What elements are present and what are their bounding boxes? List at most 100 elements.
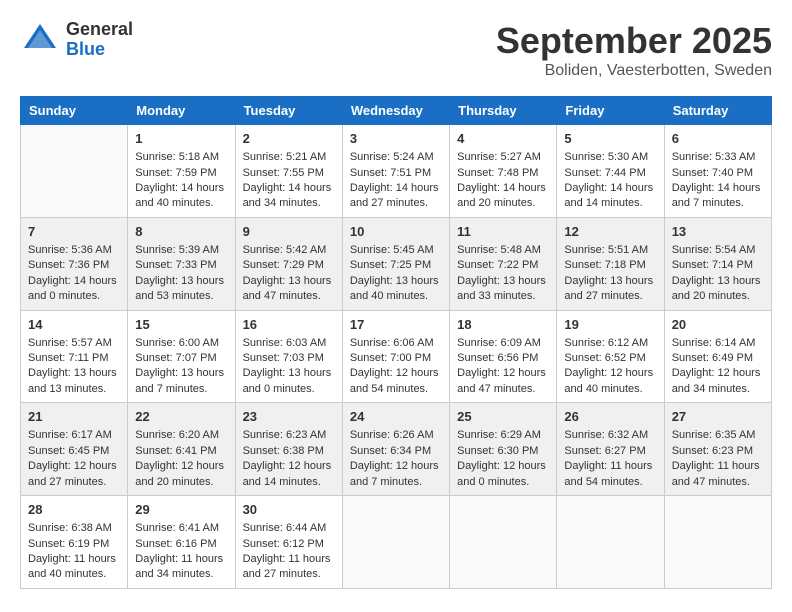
day-info: Sunrise: 6:06 AM Sunset: 7:00 PM Dayligh… [350, 336, 442, 398]
day-number: 7 [28, 223, 120, 241]
day-number: 9 [243, 223, 335, 241]
day-number: 15 [135, 316, 227, 334]
day-info: Sunrise: 5:21 AM Sunset: 7:55 PM Dayligh… [243, 150, 335, 212]
day-info: Sunrise: 5:24 AM Sunset: 7:51 PM Dayligh… [350, 150, 442, 212]
calendar-cell [450, 496, 557, 589]
logo-blue-text: Blue [66, 40, 133, 60]
day-number: 26 [564, 408, 656, 426]
day-info: Sunrise: 6:35 AM Sunset: 6:23 PM Dayligh… [672, 428, 764, 490]
day-number: 4 [457, 130, 549, 148]
week-row-3: 14 Sunrise: 5:57 AM Sunset: 7:11 PM Dayli… [21, 310, 772, 403]
day-info: Sunrise: 6:44 AM Sunset: 6:12 PM Dayligh… [243, 521, 335, 583]
day-number: 20 [672, 316, 764, 334]
calendar-cell: 26 Sunrise: 6:32 AM Sunset: 6:27 PM Dayli… [557, 403, 664, 496]
day-header-saturday: Saturday [664, 97, 771, 125]
day-header-sunday: Sunday [21, 97, 128, 125]
day-info: Sunrise: 6:20 AM Sunset: 6:41 PM Dayligh… [135, 428, 227, 490]
calendar-cell: 17 Sunrise: 6:06 AM Sunset: 7:00 PM Dayli… [342, 310, 449, 403]
calendar-cell: 13 Sunrise: 5:54 AM Sunset: 7:14 PM Dayli… [664, 217, 771, 310]
day-number: 2 [243, 130, 335, 148]
day-number: 5 [564, 130, 656, 148]
calendar-cell: 1 Sunrise: 5:18 AM Sunset: 7:59 PM Daylig… [128, 125, 235, 218]
day-header-wednesday: Wednesday [342, 97, 449, 125]
day-number: 24 [350, 408, 442, 426]
calendar-cell [664, 496, 771, 589]
logo-general-text: General [66, 20, 133, 40]
calendar-cell: 23 Sunrise: 6:23 AM Sunset: 6:38 PM Dayli… [235, 403, 342, 496]
calendar-cell [557, 496, 664, 589]
title-block: September 2025 Boliden, Vaesterbotten, S… [496, 20, 772, 80]
days-of-week-row: SundayMondayTuesdayWednesdayThursdayFrid… [21, 97, 772, 125]
day-info: Sunrise: 5:45 AM Sunset: 7:25 PM Dayligh… [350, 243, 442, 305]
calendar-cell: 28Sunrise: 6:38 AM Sunset: 6:19 PM Dayli… [21, 496, 128, 589]
calendar-cell [21, 125, 128, 218]
calendar-cell: 22 Sunrise: 6:20 AM Sunset: 6:41 PM Dayli… [128, 403, 235, 496]
calendar-cell: 11Sunrise: 5:48 AM Sunset: 7:22 PM Dayli… [450, 217, 557, 310]
week-row-5: 28Sunrise: 6:38 AM Sunset: 6:19 PM Dayli… [21, 496, 772, 589]
day-number: 13 [672, 223, 764, 241]
calendar-table: SundayMondayTuesdayWednesdayThursdayFrid… [20, 96, 772, 589]
calendar-cell: 2 Sunrise: 5:21 AM Sunset: 7:55 PM Daylig… [235, 125, 342, 218]
day-info: Sunrise: 5:18 AM Sunset: 7:59 PM Dayligh… [135, 150, 227, 212]
calendar-cell: 10 Sunrise: 5:45 AM Sunset: 7:25 PM Dayli… [342, 217, 449, 310]
day-info: Sunrise: 6:29 AM Sunset: 6:30 PM Dayligh… [457, 428, 549, 490]
day-number: 23 [243, 408, 335, 426]
day-number: 25 [457, 408, 549, 426]
day-number: 11 [457, 223, 549, 241]
day-number: 19 [564, 316, 656, 334]
day-number: 3 [350, 130, 442, 148]
day-info: Sunrise: 5:51 AM Sunset: 7:18 PM Dayligh… [564, 243, 656, 305]
day-info: Sunrise: 6:14 AM Sunset: 6:49 PM Dayligh… [672, 336, 764, 398]
calendar-cell: 14 Sunrise: 5:57 AM Sunset: 7:11 PM Dayli… [21, 310, 128, 403]
day-info: Sunrise: 5:33 AM Sunset: 7:40 PM Dayligh… [672, 150, 764, 212]
day-info: Sunrise: 5:27 AM Sunset: 7:48 PM Dayligh… [457, 150, 549, 212]
calendar-cell: 5Sunrise: 5:30 AM Sunset: 7:44 PM Daylig… [557, 125, 664, 218]
logo-icon [20, 20, 60, 60]
day-info: Sunrise: 6:32 AM Sunset: 6:27 PM Dayligh… [564, 428, 656, 490]
week-row-1: 1 Sunrise: 5:18 AM Sunset: 7:59 PM Daylig… [21, 125, 772, 218]
day-number: 6 [672, 130, 764, 148]
logo-text: General Blue [66, 20, 133, 60]
day-number: 18 [457, 316, 549, 334]
calendar-cell: 21Sunrise: 6:17 AM Sunset: 6:45 PM Dayli… [21, 403, 128, 496]
calendar-body: 1 Sunrise: 5:18 AM Sunset: 7:59 PM Daylig… [21, 125, 772, 589]
day-info: Sunrise: 6:09 AM Sunset: 6:56 PM Dayligh… [457, 336, 549, 398]
day-info: Sunrise: 5:54 AM Sunset: 7:14 PM Dayligh… [672, 243, 764, 305]
calendar-cell: 24Sunrise: 6:26 AM Sunset: 6:34 PM Dayli… [342, 403, 449, 496]
day-number: 27 [672, 408, 764, 426]
calendar-cell: 7 Sunrise: 5:36 AM Sunset: 7:36 PM Daylig… [21, 217, 128, 310]
day-header-tuesday: Tuesday [235, 97, 342, 125]
day-info: Sunrise: 5:57 AM Sunset: 7:11 PM Dayligh… [28, 336, 120, 398]
page-header: General Blue September 2025 Boliden, Vae… [20, 20, 772, 80]
day-number: 28 [28, 501, 120, 519]
calendar-cell: 12Sunrise: 5:51 AM Sunset: 7:18 PM Dayli… [557, 217, 664, 310]
day-number: 16 [243, 316, 335, 334]
logo: General Blue [20, 20, 133, 60]
day-number: 1 [135, 130, 227, 148]
day-info: Sunrise: 5:42 AM Sunset: 7:29 PM Dayligh… [243, 243, 335, 305]
day-number: 10 [350, 223, 442, 241]
calendar-cell: 20 Sunrise: 6:14 AM Sunset: 6:49 PM Dayli… [664, 310, 771, 403]
calendar-cell: 6 Sunrise: 5:33 AM Sunset: 7:40 PM Daylig… [664, 125, 771, 218]
day-info: Sunrise: 5:36 AM Sunset: 7:36 PM Dayligh… [28, 243, 120, 305]
day-number: 30 [243, 501, 335, 519]
day-number: 14 [28, 316, 120, 334]
day-info: Sunrise: 6:03 AM Sunset: 7:03 PM Dayligh… [243, 336, 335, 398]
calendar-cell: 18 Sunrise: 6:09 AM Sunset: 6:56 PM Dayli… [450, 310, 557, 403]
day-header-thursday: Thursday [450, 97, 557, 125]
calendar-cell: 27 Sunrise: 6:35 AM Sunset: 6:23 PM Dayli… [664, 403, 771, 496]
location-title: Boliden, Vaesterbotten, Sweden [496, 62, 772, 80]
calendar-cell: 9 Sunrise: 5:42 AM Sunset: 7:29 PM Daylig… [235, 217, 342, 310]
calendar-cell: 19 Sunrise: 6:12 AM Sunset: 6:52 PM Dayli… [557, 310, 664, 403]
calendar-cell: 15Sunrise: 6:00 AM Sunset: 7:07 PM Dayli… [128, 310, 235, 403]
day-header-friday: Friday [557, 97, 664, 125]
day-info: Sunrise: 6:12 AM Sunset: 6:52 PM Dayligh… [564, 336, 656, 398]
day-info: Sunrise: 6:17 AM Sunset: 6:45 PM Dayligh… [28, 428, 120, 490]
calendar-cell [342, 496, 449, 589]
day-number: 29 [135, 501, 227, 519]
day-number: 22 [135, 408, 227, 426]
day-info: Sunrise: 6:23 AM Sunset: 6:38 PM Dayligh… [243, 428, 335, 490]
calendar-cell: 29 Sunrise: 6:41 AM Sunset: 6:16 PM Dayli… [128, 496, 235, 589]
day-info: Sunrise: 6:41 AM Sunset: 6:16 PM Dayligh… [135, 521, 227, 583]
day-number: 17 [350, 316, 442, 334]
